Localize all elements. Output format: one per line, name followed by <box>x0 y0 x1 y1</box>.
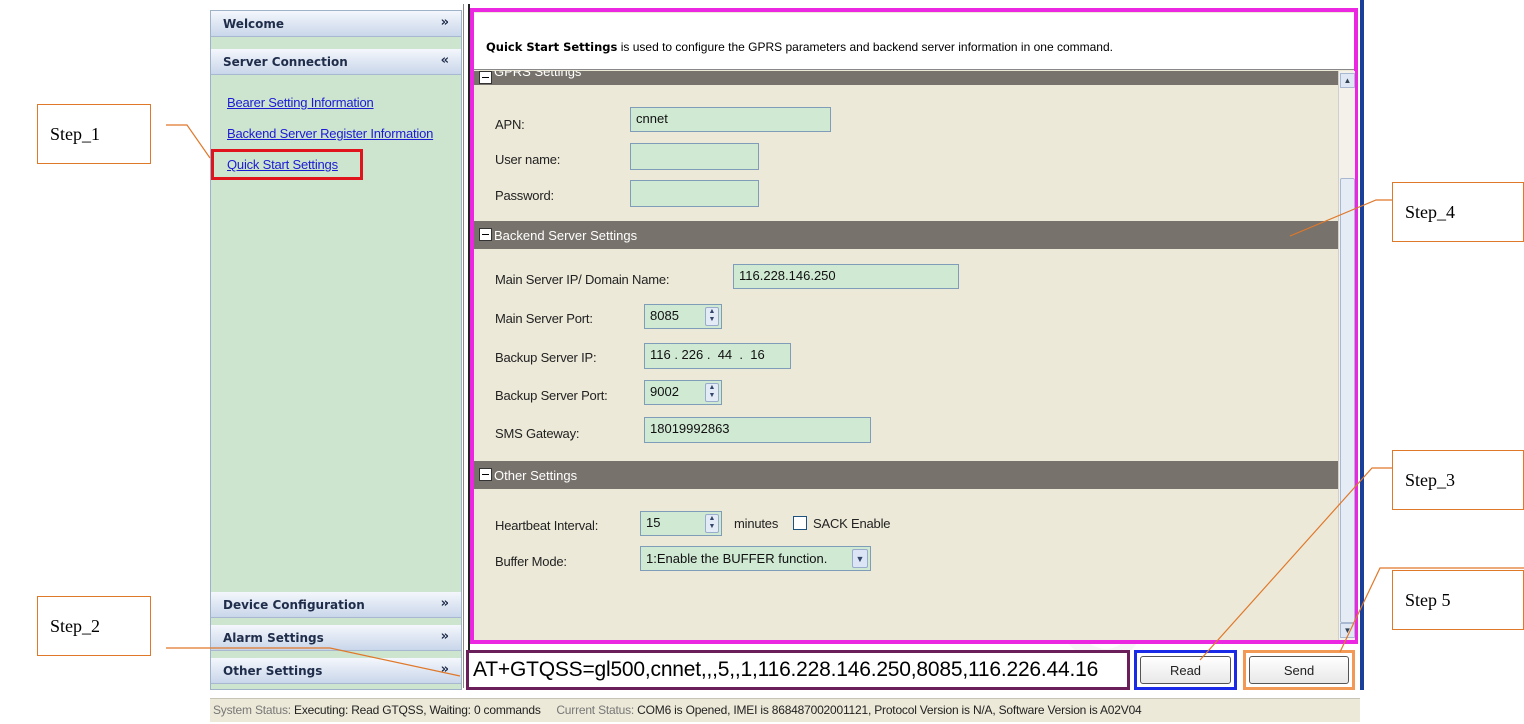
step-callout-5: Step 5 <box>1392 570 1524 630</box>
section-header-other-settings[interactable]: Other Settings <box>474 461 1338 489</box>
password-input[interactable] <box>630 180 759 207</box>
status-bar: System Status: Executing: Read GTQSS, Wa… <box>210 698 1360 722</box>
selected-item-highlight <box>211 149 363 180</box>
sidebar-header-welcome[interactable]: Welcome » <box>211 11 461 37</box>
section-header-gprs[interactable]: GPRS Settings <box>474 71 1338 85</box>
splitter[interactable] <box>463 4 470 688</box>
scrollbar-thumb[interactable] <box>1340 178 1355 623</box>
sidebar-header-other-settings[interactable]: Other Settings » <box>211 658 461 684</box>
minutes-label: minutes <box>734 516 779 531</box>
heartbeat-interval-label: Heartbeat Interval: <box>495 518 599 533</box>
sms-gateway-label: SMS Gateway: <box>495 426 580 441</box>
section-title: Backend Server Settings <box>494 227 638 243</box>
main-server-port-stepper[interactable]: 8085 ▲ ▼ <box>644 304 722 329</box>
backup-server-ip-input[interactable]: 116 . 226 . 44 . 16 <box>644 343 791 369</box>
step-callout-4: Step_4 <box>1392 182 1524 242</box>
sidebar-header-label: Server Connection <box>223 54 348 69</box>
apn-input[interactable]: cnnet <box>630 107 831 132</box>
current-status-label: Current Status: <box>556 703 635 717</box>
collapse-icon <box>479 71 492 84</box>
main-server-port-label: Main Server Port: <box>495 311 593 326</box>
sidebar-header-label: Other Settings <box>223 663 323 678</box>
backup-server-ip-label: Backup Server IP: <box>495 350 597 365</box>
main-server-ip-label: Main Server IP/ Domain Name: <box>495 272 670 287</box>
chevron-down-icon[interactable]: ▼ <box>852 549 868 568</box>
sidebar-header-alarm-settings[interactable]: Alarm Settings » <box>211 625 461 651</box>
sidebar <box>210 10 462 690</box>
command-preview: AT+GTQSS=gl500,cnnet,,,5,,1,116.228.146.… <box>466 650 1130 690</box>
double-chevron-down-icon: » <box>440 629 449 644</box>
window-edge <box>1360 0 1364 690</box>
double-chevron-down-icon: » <box>440 15 449 30</box>
double-chevron-up-icon: « <box>440 53 449 68</box>
step-callout-1: Step_1 <box>37 104 151 164</box>
username-label: User name: <box>495 152 561 167</box>
main-server-port-value: 8085 <box>650 308 679 323</box>
sidebar-header-label: Welcome <box>223 16 285 31</box>
read-button-highlight: Read <box>1134 650 1237 690</box>
section-title: GPRS Settings <box>494 71 582 79</box>
section-header-backend-server[interactable]: Backend Server Settings <box>474 221 1338 249</box>
scroll-down-icon[interactable]: ▼ <box>1340 623 1355 638</box>
scroll-up-icon[interactable]: ▲ <box>1340 73 1355 88</box>
settings-content <box>474 71 1338 640</box>
spin-arrows-icon[interactable]: ▲ ▼ <box>705 383 719 402</box>
spin-arrows-icon[interactable]: ▲ ▼ <box>705 514 719 533</box>
sidebar-item-backend-server-register[interactable]: Backend Server Register Information <box>227 126 433 141</box>
backup-server-port-stepper[interactable]: 9002 ▲ ▼ <box>644 380 722 405</box>
sidebar-header-label: Device Configuration <box>223 597 365 612</box>
vertical-scrollbar[interactable]: ▲ ▼ <box>1338 71 1355 640</box>
buffer-mode-select[interactable]: 1:Enable the BUFFER function. ▼ <box>640 546 871 571</box>
sidebar-item-bearer-setting[interactable]: Bearer Setting Information <box>227 95 374 110</box>
section-title: Other Settings <box>494 467 578 483</box>
step-callout-2: Step_2 <box>37 596 151 656</box>
leader-line-step1 <box>166 124 211 159</box>
current-status-value: COM6 is Opened, IMEI is 868487002001121,… <box>637 703 1142 717</box>
password-label: Password: <box>495 188 554 203</box>
collapse-icon <box>479 468 492 481</box>
backup-server-port-value: 9002 <box>650 384 679 399</box>
collapse-icon <box>479 228 492 241</box>
buffer-mode-value: 1:Enable the BUFFER function. <box>646 551 828 566</box>
heartbeat-interval-value: 15 <box>646 515 661 530</box>
sms-gateway-input[interactable]: 18019992863 <box>644 417 871 443</box>
system-status-value: Executing: Read GTQSS, Waiting: 0 comman… <box>294 703 541 717</box>
sidebar-header-device-configuration[interactable]: Device Configuration » <box>211 592 461 618</box>
sidebar-header-label: Alarm Settings <box>223 630 324 645</box>
page-description: Quick Start Settings is used to configur… <box>474 13 1354 70</box>
read-button[interactable]: Read <box>1140 656 1231 684</box>
step-callout-3: Step_3 <box>1392 450 1524 510</box>
main-server-ip-input[interactable]: 116.228.146.250 <box>733 264 959 289</box>
spin-arrows-icon[interactable]: ▲ ▼ <box>705 307 719 326</box>
heartbeat-interval-stepper[interactable]: 15 ▲ ▼ <box>640 511 722 536</box>
double-chevron-down-icon: » <box>440 596 449 611</box>
username-input[interactable] <box>630 143 759 170</box>
page-description-text: is used to configure the GPRS parameters… <box>620 40 1113 54</box>
system-status-label: System Status: <box>213 703 291 717</box>
double-chevron-down-icon: » <box>440 662 449 677</box>
sack-enable-label: SACK Enable <box>813 516 891 531</box>
sidebar-header-server-connection[interactable]: Server Connection « <box>211 49 461 75</box>
sack-enable-checkbox[interactable] <box>793 516 807 530</box>
send-button-highlight: Send <box>1243 650 1355 690</box>
buffer-mode-label: Buffer Mode: <box>495 554 567 569</box>
page-title: Quick Start Settings <box>486 40 618 54</box>
apn-label: APN: <box>495 117 525 132</box>
backup-server-port-label: Backup Server Port: <box>495 388 608 403</box>
send-button[interactable]: Send <box>1249 656 1349 684</box>
